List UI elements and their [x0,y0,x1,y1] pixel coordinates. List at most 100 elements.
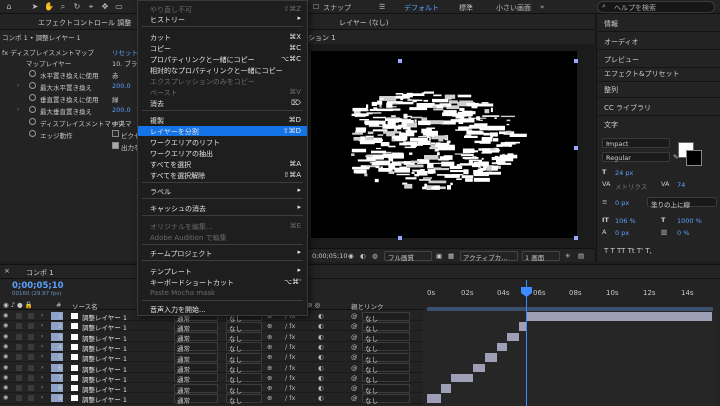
param-max-horizontal[interactable]: › 最大水平置き換え 200.0 [0,81,137,92]
menu-item-9[interactable]: 複製 ⌘D [138,115,307,125]
layer-name[interactable]: 調整レイヤー 1 [82,394,127,404]
pickwhip-icon[interactable]: @ [351,333,358,341]
vertical-scale-value[interactable]: 106 % [615,217,636,225]
solo-toggle[interactable] [16,364,22,371]
param-map-behavior[interactable]: ディスプレイスメントマップ 中央マ [0,117,137,128]
chevron-right-icon[interactable]: › [41,353,43,360]
fx-switch-icon[interactable]: / fx [285,394,295,402]
snap-label[interactable]: スナップ [323,3,351,13]
panel-align[interactable]: 整列 [597,80,720,98]
panel-audio[interactable]: オーディオ [597,32,720,50]
font-family-dropdown[interactable]: Impact ⌄ [602,138,670,148]
workspace-small-screen[interactable]: 小さい画面 [496,3,531,13]
chevron-right-icon[interactable]: › [17,82,19,89]
stopwatch-icon[interactable] [29,118,36,125]
baseline-shift-value[interactable]: 0 px [615,229,629,237]
track-matte-dropdown[interactable]: なし [226,332,262,343]
blend-mode-dropdown[interactable]: 通常 [174,393,218,405]
lock-toggle[interactable] [28,313,34,319]
blend-mode-dropdown[interactable]: 通常 [174,373,218,384]
layer-handle[interactable] [574,146,578,150]
help-search[interactable]: ⌕ ヘルプを検索 [597,1,715,13]
show-snapshot-icon[interactable]: ◐ [360,252,366,260]
lock-toggle[interactable] [28,395,34,402]
menu-item-21[interactable]: キーボードショートカット ⌥⌘' [138,277,307,287]
region-of-interest-icon[interactable]: ▣ [436,252,442,260]
blend-mode-dropdown[interactable]: 通常 [174,342,218,353]
fx-switch-icon[interactable]: / fx [285,333,295,341]
wrap-pixels-checkbox[interactable] [112,130,119,137]
parent-dropdown[interactable]: なし [362,311,410,323]
layer-handle[interactable] [574,59,578,63]
menu-item-1[interactable]: ヒストリー ▸ [138,14,307,24]
workspace-standard[interactable]: 標準 [459,3,473,13]
track-matte-dropdown[interactable]: なし [226,342,262,353]
visibility-eye-icon[interactable]: ◉ [3,394,8,401]
reset-link[interactable]: リセット [112,47,138,57]
chevron-right-icon[interactable]: › [41,333,43,340]
font-style-buttons[interactable]: T T TT Tt T' T, [604,247,652,255]
stopwatch-icon[interactable] [29,82,36,89]
layer-handle[interactable] [398,59,402,63]
adjustment-switch-icon[interactable]: ◐ [318,384,324,392]
tab-layer[interactable]: レイヤー (なし) [339,18,388,28]
param-vertical-use[interactable]: 垂直置き換えに使用 緑 [0,93,137,104]
parent-header[interactable]: 親とリンク [351,301,384,311]
color-channel-icon[interactable]: ◍ [372,252,378,260]
close-icon[interactable]: × [4,267,10,275]
chevron-right-icon[interactable]: › [41,322,43,329]
solo-toggle[interactable] [16,323,22,330]
layer-track-area[interactable] [423,311,716,406]
menu-item-19[interactable]: チームプロジェクト ▸ [138,248,307,258]
parent-dropdown[interactable]: なし [362,332,410,343]
pickwhip-icon[interactable]: @ [351,394,358,402]
menu-item-8[interactable]: 消去 ⌦ [138,98,307,108]
menu-item-5[interactable]: 相対的なプロパティリンクと一緒にコピー [138,65,307,75]
shy-switch-icon[interactable]: ⊕ [267,353,272,361]
lock-toggle[interactable] [28,385,34,392]
parent-dropdown[interactable]: なし [362,342,410,353]
layer-duration-bar[interactable] [507,332,519,342]
stroke-mode-dropdown[interactable]: 塗りの上に線 ⌄ [647,197,717,209]
layer-duration-bar[interactable] [427,394,441,403]
adjustment-switch-icon[interactable]: ◐ [318,343,324,351]
max-vertical-value[interactable]: 200.0 [112,106,131,114]
fx-switch-icon[interactable]: / fx [285,364,295,372]
layer-duration-bar[interactable] [473,363,485,372]
layer-duration-bar[interactable] [527,312,712,321]
solo-toggle[interactable] [16,333,22,340]
menu-item-15[interactable]: ラベル ▸ [138,186,307,196]
adjustment-switch-icon[interactable]: ◐ [318,364,324,372]
layer-duration-bar[interactable] [451,373,473,383]
pickwhip-icon[interactable]: @ [351,384,358,392]
visibility-eye-icon[interactable]: ◉ [3,333,8,340]
lock-toggle[interactable] [28,354,34,361]
parent-dropdown[interactable]: なし [362,352,410,364]
visibility-eye-icon[interactable]: ◉ [3,374,8,381]
shape-tool-icon[interactable]: ▭ [114,2,124,12]
shy-switch-icon[interactable]: ⊕ [267,343,272,351]
panel-info[interactable]: 情報 [597,14,720,32]
menu-item-11[interactable]: ワークエリアのリフト [138,137,307,147]
font-size-value[interactable]: 24 px [615,169,633,177]
home-icon[interactable]: ⌂ [4,2,14,12]
stroke-width-value[interactable]: 0 px [615,199,629,207]
adjustment-switch-icon[interactable]: ◐ [318,322,324,330]
chevron-right-icon[interactable]: › [17,106,19,113]
current-time-display[interactable]: 0;00;05;10 [312,252,348,260]
table-row[interactable]: ◉ › 7 調整レイヤー 1 通常 なし ⊕ / fx ◐ @ なし [0,373,423,384]
tracking-value[interactable]: 74 [677,181,685,189]
hand-tool-icon[interactable]: ✋ [44,2,54,12]
param-max-vertical[interactable]: › 最大垂直置き換え 200.0 [0,105,137,116]
layer-handle[interactable] [574,236,578,240]
fx-switch-icon[interactable]: / fx [285,374,295,382]
fx-switch-icon[interactable]: / fx [285,343,295,351]
font-style-dropdown[interactable]: Regular ⌄ [602,152,670,162]
chevron-right-icon[interactable]: › [41,374,43,381]
param-map-layer[interactable]: マップレイヤー 10. ブラ [0,57,137,68]
selection-tool-icon[interactable]: ➤ [30,2,40,12]
param-expand-output[interactable]: 出力を [0,141,141,152]
table-row[interactable]: ◉ › 5 調整レイヤー 1 通常 なし ⊕ / fx ◐ @ なし [0,352,423,364]
blend-mode-dropdown[interactable]: 通常 [174,383,218,395]
lock-toggle[interactable] [28,343,34,350]
